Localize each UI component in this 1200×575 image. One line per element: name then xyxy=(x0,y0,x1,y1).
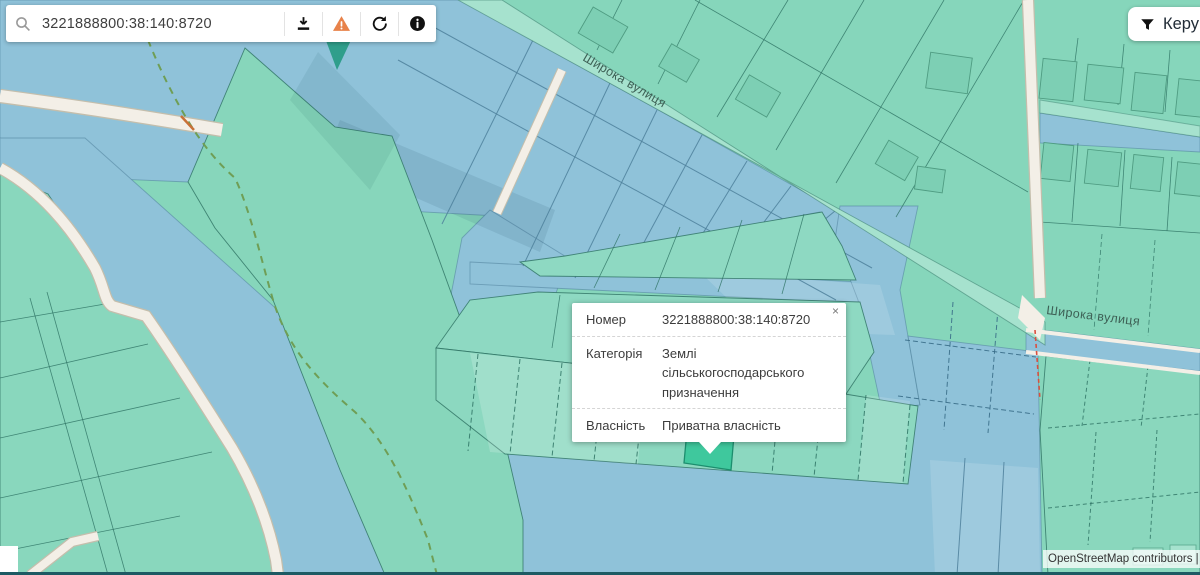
filter-icon xyxy=(1140,17,1155,32)
popup-row-ownership: ВласністьПриватна власність xyxy=(572,408,846,442)
popup-value: Землі сільськогосподарського призначення xyxy=(662,344,834,403)
manage-button-label: Керув xyxy=(1163,15,1200,34)
map-attribution: OpenStreetMap contributors | xyxy=(1043,550,1200,568)
download-icon[interactable] xyxy=(285,5,322,42)
info-icon[interactable] xyxy=(399,5,436,42)
warning-icon[interactable] xyxy=(323,5,360,42)
popup-tail xyxy=(699,442,721,454)
map-canvas[interactable]: Широка вулиця Широка вулиця xyxy=(0,0,1200,575)
cadastral-map-app: Широка вулиця Широка вулиця xyxy=(0,0,1200,575)
parcel-info-popup: × Номер3221888800:38:140:8720 КатегоріяЗ… xyxy=(572,303,846,442)
refresh-icon[interactable] xyxy=(361,5,398,42)
search-input[interactable] xyxy=(40,15,284,33)
popup-value: 3221888800:38:140:8720 xyxy=(662,310,834,330)
manage-button[interactable]: Керув xyxy=(1128,7,1200,41)
search-bar xyxy=(6,5,436,42)
popup-value: Приватна власність xyxy=(662,416,834,436)
popup-label: Власність xyxy=(586,416,662,436)
popup-row-number: Номер3221888800:38:140:8720 xyxy=(572,303,846,336)
attribution-text[interactable]: OpenStreetMap contributors | xyxy=(1048,553,1199,565)
popup-label: Категорія xyxy=(586,344,662,364)
close-icon[interactable]: × xyxy=(832,304,839,318)
popup-row-category: КатегоріяЗемлі сільськогосподарського пр… xyxy=(572,336,846,409)
right-bottom-parcels xyxy=(1040,356,1200,575)
popup-label: Номер xyxy=(586,310,662,330)
search-icon[interactable] xyxy=(6,16,40,32)
map-control-box[interactable] xyxy=(0,546,18,575)
